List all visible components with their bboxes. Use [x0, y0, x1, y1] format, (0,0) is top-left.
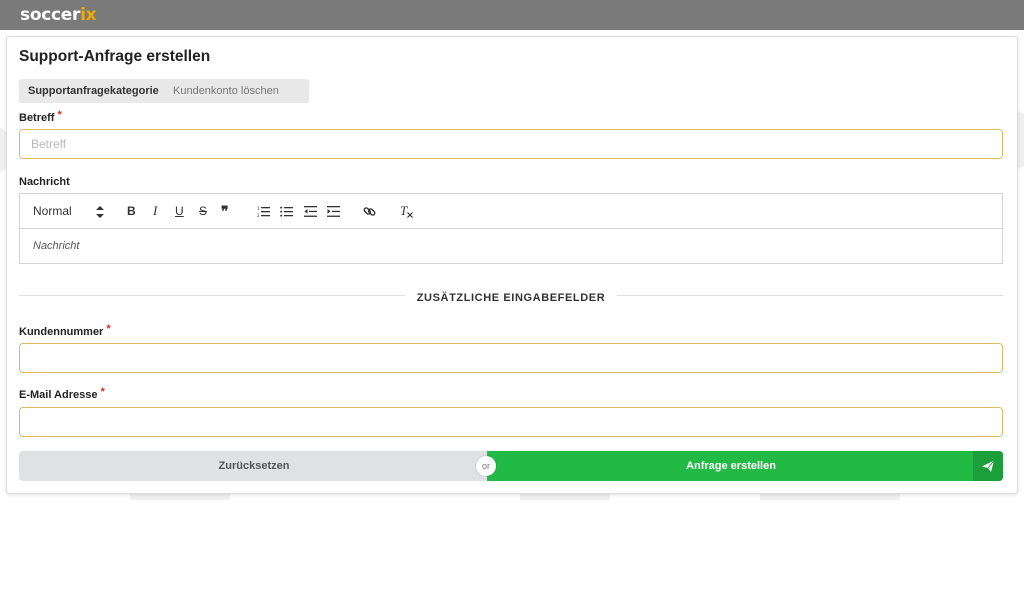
- message-label: Nachricht: [19, 176, 70, 188]
- message-editor[interactable]: Normal B I U S ❞ 1 2 T Nachricht: [19, 193, 1003, 264]
- subject-label-text: Betreff: [19, 112, 55, 124]
- message-placeholder[interactable]: Nachricht: [33, 240, 79, 252]
- outdent-icon[interactable]: [304, 194, 317, 228]
- bold-icon[interactable]: B: [127, 194, 136, 228]
- brand-logo-text: soccer: [20, 5, 81, 25]
- support-request-card: Support-Anfrage erstellen Supportanfrage…: [6, 36, 1018, 494]
- reset-button[interactable]: Zurücksetzen: [19, 451, 489, 481]
- customer-number-label-text: Kundennummer: [19, 326, 104, 338]
- category-value[interactable]: Kundenkonto löschen: [173, 79, 279, 103]
- ordered-list-icon[interactable]: 1 2: [257, 194, 270, 228]
- required-marker: *: [106, 323, 111, 335]
- email-input[interactable]: [19, 407, 1003, 437]
- category-label: Supportanfragekategorie: [28, 85, 159, 97]
- quote-icon[interactable]: ❞: [221, 194, 229, 228]
- customer-number-input[interactable]: [19, 343, 1003, 373]
- link-icon[interactable]: [363, 194, 376, 228]
- email-label: E-Mail Adresse *: [19, 386, 105, 401]
- submit-button[interactable]: Anfrage erstellen: [487, 451, 1003, 481]
- subject-label: Betreff *: [19, 109, 62, 124]
- format-select[interactable]: Normal: [33, 194, 72, 228]
- email-label-text: E-Mail Adresse: [19, 389, 98, 401]
- required-marker: *: [57, 109, 62, 121]
- brand-logo[interactable]: soccerix: [20, 5, 97, 25]
- editor-toolbar: Normal B I U S ❞ 1 2 T: [20, 194, 1002, 229]
- underline-icon[interactable]: U: [175, 194, 184, 228]
- svg-text:2: 2: [257, 213, 260, 217]
- header-bar: soccerix: [0, 0, 1024, 30]
- section-divider-label: ZUSÄTZLICHE EINGABEFELDER: [404, 292, 618, 304]
- subject-input[interactable]: [19, 129, 1003, 159]
- italic-icon[interactable]: I: [153, 194, 157, 228]
- page-title: Support-Anfrage erstellen: [19, 48, 211, 65]
- message-label-text: Nachricht: [19, 176, 70, 188]
- clear-format-glyph: T: [400, 203, 408, 218]
- svg-text:1: 1: [257, 206, 260, 211]
- clear-format-icon[interactable]: T: [400, 194, 414, 228]
- required-marker: *: [100, 386, 105, 398]
- brand-logo-accent: ix: [80, 5, 97, 25]
- or-separator: or: [476, 456, 496, 476]
- bullet-list-icon[interactable]: [280, 194, 293, 228]
- submit-icon-box: [973, 451, 1003, 481]
- category-breadcrumb: Supportanfragekategorie Kundenkonto lösc…: [19, 79, 309, 103]
- submit-button-label: Anfrage erstellen: [686, 460, 776, 472]
- strikethrough-icon[interactable]: S: [199, 194, 207, 228]
- customer-number-label: Kundennummer *: [19, 323, 111, 338]
- section-divider: ZUSÄTZLICHE EINGABEFELDER: [7, 288, 1015, 306]
- indent-icon[interactable]: [327, 194, 340, 228]
- send-icon: [982, 460, 995, 472]
- sort-arrows-icon[interactable]: [96, 194, 104, 228]
